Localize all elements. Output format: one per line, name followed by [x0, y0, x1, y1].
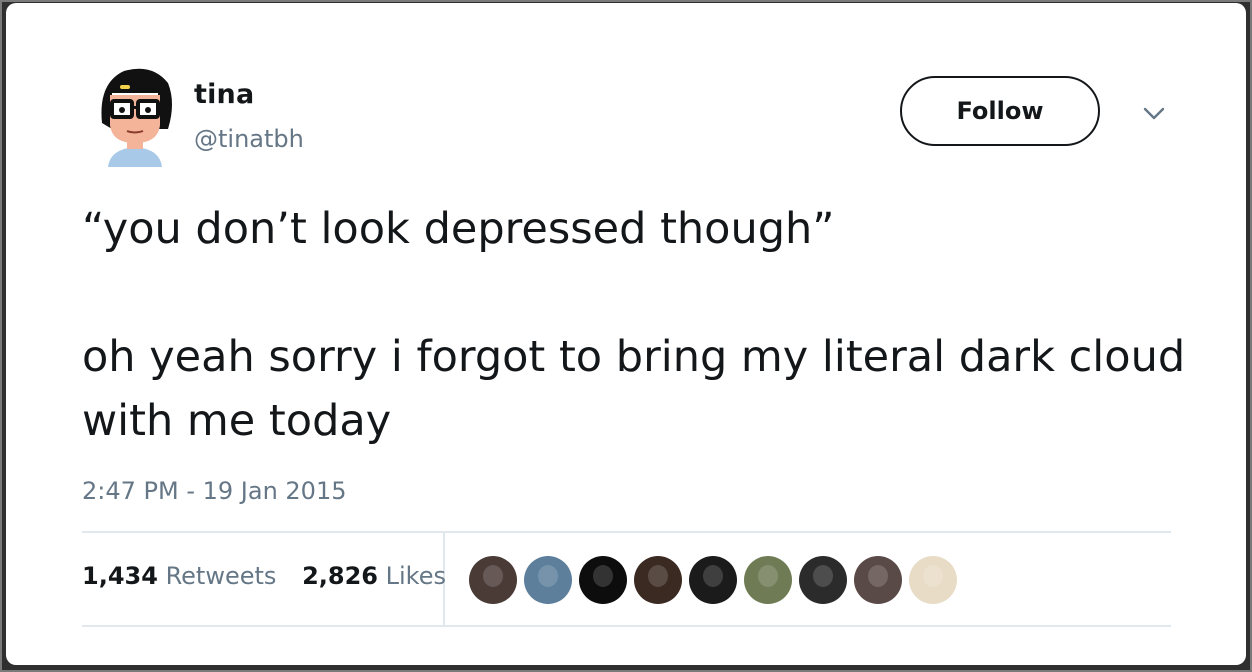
follow-button[interactable]: Follow — [900, 76, 1100, 146]
chevron-down-icon[interactable] — [1141, 104, 1167, 124]
liker-avatars — [469, 556, 964, 606]
liker-avatar[interactable] — [909, 556, 957, 604]
tweet-text-line-reply: oh yeah sorry i forgot to bring my liter… — [82, 332, 1186, 446]
likes-stat[interactable]: 2,826 Likes — [302, 562, 446, 590]
avatar[interactable] — [94, 63, 176, 167]
display-name[interactable]: tina — [194, 79, 254, 110]
retweets-label: Retweets — [165, 562, 277, 590]
liker-avatar[interactable] — [799, 556, 847, 604]
tweet-card: tina @tinatbh Follow “you don’t look dep… — [6, 3, 1246, 665]
likes-count: 2,826 — [302, 562, 378, 590]
tweet-stats: 1,434 Retweets 2,826 Likes — [82, 562, 446, 590]
divider — [82, 625, 1171, 627]
retweets-count: 1,434 — [82, 562, 158, 590]
user-handle[interactable]: @tinatbh — [194, 125, 304, 153]
tweet-text: “you don’t look depressed though” oh yea… — [82, 197, 1202, 453]
liker-avatar[interactable] — [524, 556, 572, 604]
cartoon-girl-avatar-icon — [101, 68, 172, 167]
likes-label: Likes — [385, 562, 446, 590]
liker-avatar[interactable] — [579, 556, 627, 604]
liker-avatar[interactable] — [689, 556, 737, 604]
liker-avatar[interactable] — [854, 556, 902, 604]
tweet-timestamp[interactable]: 2:47 PM - 19 Jan 2015 — [82, 477, 347, 505]
divider — [82, 531, 1171, 533]
liker-avatar[interactable] — [744, 556, 792, 604]
liker-avatar[interactable] — [634, 556, 682, 604]
retweets-stat[interactable]: 1,434 Retweets — [82, 562, 284, 590]
liker-avatar[interactable] — [469, 556, 517, 604]
tweet-text-line-quote: “you don’t look depressed though” — [82, 204, 835, 254]
